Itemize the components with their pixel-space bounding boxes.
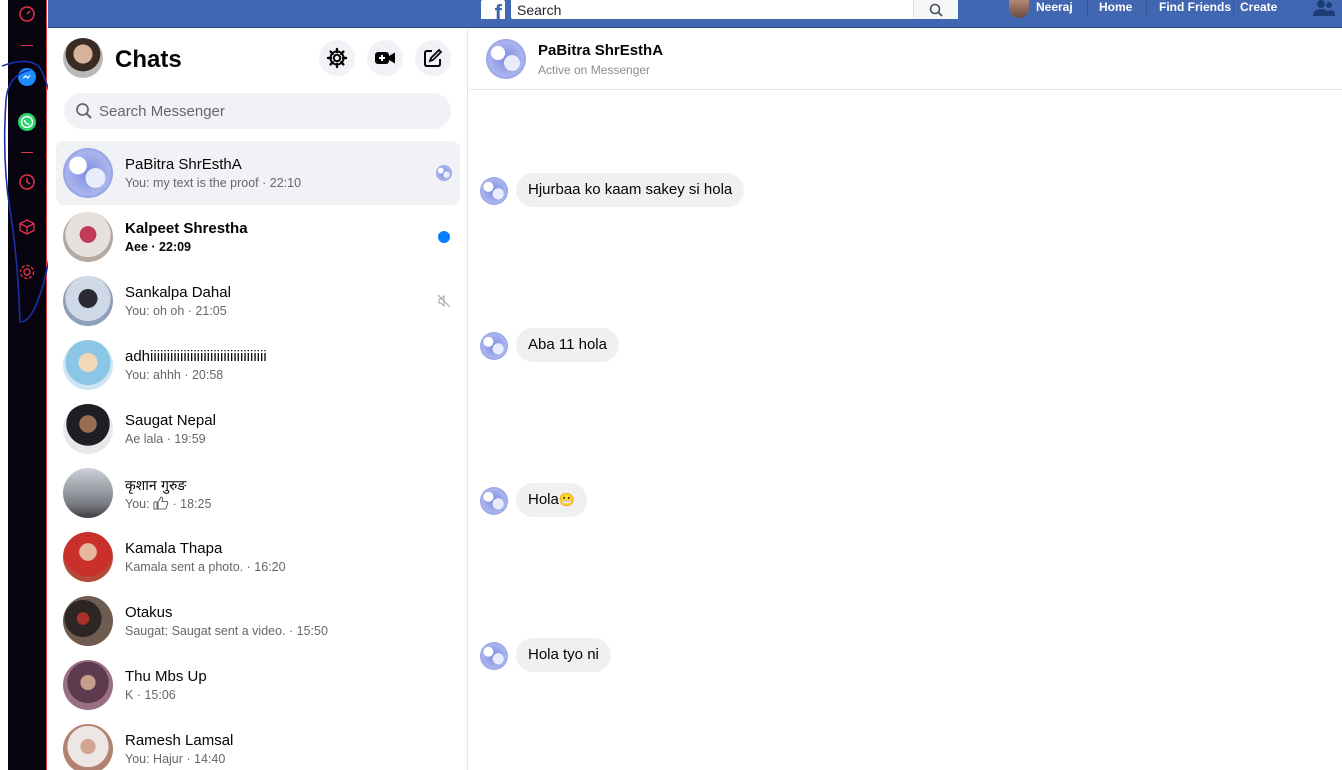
search-icon	[76, 103, 92, 119]
active-status: Active on Messenger	[538, 63, 651, 77]
avatar	[63, 212, 113, 262]
nav-divider	[1233, 0, 1234, 16]
muted-icon	[436, 293, 452, 309]
gear-icon	[326, 47, 348, 69]
settings-button[interactable]	[319, 40, 355, 76]
box-icon[interactable]	[16, 216, 38, 238]
chat-item[interactable]: Otakus Saugat: Saugat sent a video. · 15…	[56, 589, 460, 653]
chat-name: Sankalpa Dahal	[125, 284, 231, 301]
avatar	[63, 660, 113, 710]
chat-item[interactable]: Saugat Nepal Ae lala · 19:59	[56, 397, 460, 461]
messenger-search	[64, 93, 451, 129]
chat-list: PaBitra ShrEsthA You: my text is the pro…	[48, 141, 468, 770]
chat-name: Saugat Nepal	[125, 412, 216, 429]
chat-item[interactable]: Kamala Thapa Kamala sent a photo. · 16:2…	[56, 525, 460, 589]
whatsapp-icon[interactable]	[16, 111, 38, 133]
rail-divider	[21, 152, 33, 153]
chat-item[interactable]: Ramesh Lamsal You: Hajur · 14:40	[56, 717, 460, 770]
new-message-button[interactable]	[415, 40, 451, 76]
chat-item[interactable]: Sankalpa Dahal You: oh oh · 21:05	[56, 269, 460, 333]
avatar	[63, 596, 113, 646]
facebook-logo[interactable]: f	[481, 0, 505, 19]
sender-avatar	[480, 177, 508, 205]
chat-name: PaBitra ShrEsthA	[125, 156, 242, 173]
chat-item[interactable]: Thu Mbs Up K · 15:06	[56, 653, 460, 717]
chat-snippet: Ae lala · 19:59	[125, 432, 206, 446]
profile-link[interactable]: Neeraj	[1036, 0, 1073, 16]
chats-panel: Chats PaBitra ShrEsthA You: my text is t…	[48, 29, 468, 770]
chat-snippet: You: Hajur · 14:40	[125, 752, 226, 766]
chat-name: Otakus	[125, 604, 173, 621]
messenger-search-input[interactable]	[99, 93, 439, 129]
grimace-emoji-icon: 😬	[558, 493, 576, 508]
message-bubble[interactable]: Hola😬	[516, 483, 588, 517]
chat-name: adhiiiiiiiiiiiiiiiiiiiiiiiiiiiiiiiiiii	[125, 348, 267, 365]
search-icon	[929, 3, 943, 17]
find-friends-link[interactable]: Find Friends	[1159, 0, 1231, 16]
contact-name[interactable]: PaBitra ShrEsthA	[538, 42, 663, 59]
chats-title: Chats	[115, 46, 182, 73]
avatar	[63, 724, 113, 770]
chat-snippet-time: · 18:25	[172, 497, 212, 511]
left-edge	[0, 0, 8, 770]
facebook-search-button[interactable]	[913, 0, 958, 19]
new-video-call-button[interactable]	[367, 40, 403, 76]
chat-snippet: You: · 18:25	[125, 496, 211, 511]
contact-avatar[interactable]	[486, 39, 526, 79]
avatar	[63, 148, 113, 198]
chat-snippet: You: my text is the proof · 22:10	[125, 176, 302, 190]
nav-divider	[1146, 0, 1147, 16]
chat-snippet-prefix: You:	[125, 497, 150, 511]
sender-avatar	[480, 332, 508, 360]
chat-name: Thu Mbs Up	[125, 668, 207, 685]
chat-snippet: Aee · 22:09	[125, 240, 192, 254]
chat-snippet: You: ahhh · 20:58	[125, 368, 224, 382]
rail-divider	[21, 45, 33, 46]
avatar	[63, 340, 113, 390]
conversation-panel: PaBitra ShrEsthA Active on Messenger Hju…	[469, 29, 1342, 770]
side-rail	[8, 0, 47, 770]
friend-requests-icon[interactable]	[1313, 0, 1335, 21]
nav-divider	[1087, 0, 1088, 16]
message-bubble[interactable]: Aba 11 hola	[516, 328, 619, 362]
sender-avatar	[480, 487, 508, 515]
chat-name: Kalpeet Shrestha	[125, 220, 248, 237]
facebook-search-input[interactable]	[511, 0, 911, 19]
chat-item[interactable]: PaBitra ShrEsthA You: my text is the pro…	[56, 141, 460, 205]
chat-snippet: You: oh oh · 21:05	[125, 304, 227, 318]
message-bubble[interactable]: Hjurbaa ko kaam sakey si hola	[516, 173, 745, 207]
avatar	[63, 404, 113, 454]
facebook-top-bar: f Neeraj Home Find Friends Create	[48, 0, 1342, 28]
chat-snippet: Saugat: Saugat sent a video. · 15:50	[125, 624, 328, 638]
conversation-header: PaBitra ShrEsthA Active on Messenger	[469, 29, 1342, 90]
chat-name: Ramesh Lamsal	[125, 732, 234, 749]
home-link[interactable]: Home	[1099, 0, 1132, 16]
chat-item[interactable]: adhiiiiiiiiiiiiiiiiiiiiiiiiiiiiiiiiiii Y…	[56, 333, 460, 397]
chat-snippet: Kamala sent a photo. · 16:20	[125, 560, 286, 574]
video-plus-icon	[375, 52, 395, 64]
chat-item[interactable]: Kalpeet Shrestha Aee · 22:09	[56, 205, 460, 269]
messenger-icon[interactable]	[16, 66, 38, 88]
chat-snippet: K · 15:06	[125, 688, 176, 702]
message-text: Hola	[528, 491, 559, 508]
create-link[interactable]: Create	[1240, 0, 1277, 16]
chat-name: Kamala Thapa	[125, 540, 223, 557]
chat-name: कृशान गुरुङ	[125, 478, 187, 494]
chat-item[interactable]: कृशान गुरुङ You: · 18:25	[56, 461, 460, 525]
message-bubble[interactable]: Hola tyo ni	[516, 638, 611, 672]
seen-avatar-icon	[436, 165, 452, 181]
unread-dot-icon	[436, 229, 452, 245]
avatar	[63, 532, 113, 582]
profile-avatar[interactable]	[1009, 0, 1029, 18]
sender-avatar	[480, 642, 508, 670]
dashboard-icon[interactable]	[16, 3, 38, 25]
avatar	[63, 468, 113, 518]
settings-gear-icon[interactable]	[16, 261, 38, 283]
clock-icon[interactable]	[16, 171, 38, 193]
my-avatar[interactable]	[63, 38, 103, 78]
facebook-search	[511, 0, 958, 19]
compose-icon	[424, 48, 443, 67]
thumbs-up-icon	[153, 496, 169, 510]
avatar	[63, 276, 113, 326]
